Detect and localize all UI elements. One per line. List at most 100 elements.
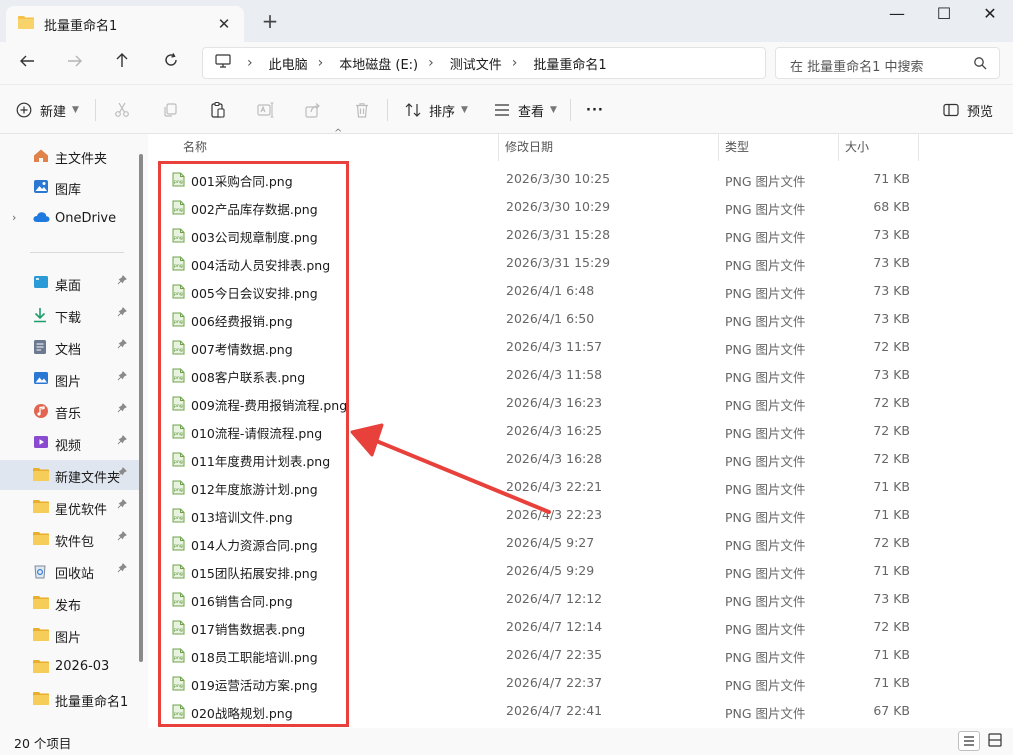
file-date: 2026/4/7 22:35 bbox=[506, 647, 603, 662]
chevron-down-icon: ▼ bbox=[550, 105, 557, 115]
column-divider[interactable] bbox=[498, 134, 499, 161]
tiles-view-button[interactable] bbox=[985, 731, 1007, 751]
pin-icon[interactable] bbox=[117, 563, 127, 576]
file-size: 71 KB bbox=[873, 479, 910, 494]
file-type: PNG 图片文件 bbox=[725, 678, 806, 693]
tab-current-folder[interactable]: 批量重命名1 ✕ bbox=[6, 6, 244, 42]
file-size: 73 KB bbox=[873, 255, 910, 270]
file-date: 2026/4/3 22:23 bbox=[506, 507, 603, 522]
file-type: PNG 图片文件 bbox=[725, 398, 806, 413]
view-button[interactable]: 查看 ▼ bbox=[494, 99, 557, 121]
file-size: 71 KB bbox=[873, 647, 910, 662]
new-button[interactable]: 新建 ▼ bbox=[16, 99, 79, 121]
search-placeholder: 在 批量重命名1 中搜索 bbox=[790, 60, 924, 75]
close-tab-button[interactable]: ✕ bbox=[214, 14, 234, 34]
title-bar: 批量重命名1 ✕ + — ☐ ✕ bbox=[0, 0, 1013, 42]
chevron-right-icon[interactable]: › bbox=[12, 211, 16, 224]
navigation-pane: 主文件夹 图库 › OneDrive 桌面 下载 文档 图片 音乐 视频 新建文件夹 星优软件… bbox=[0, 134, 148, 728]
sidebar-scrollbar[interactable] bbox=[139, 154, 143, 662]
navigation-bar: › 此电脑 › 本地磁盘 (E:) › 测试文件 › 批量重命名1 在 批量重命… bbox=[0, 42, 1013, 84]
details-view-button[interactable] bbox=[958, 731, 980, 751]
file-size: 72 KB bbox=[873, 619, 910, 634]
sidebar-item-7[interactable]: 新建文件夹 bbox=[0, 460, 140, 490]
folder-icon bbox=[33, 531, 49, 549]
sidebar-item-4[interactable]: 图片 bbox=[0, 364, 140, 394]
close-window-button[interactable]: ✕ bbox=[967, 0, 1013, 30]
paste-button[interactable] bbox=[210, 99, 226, 121]
sidebar-item-1[interactable]: 桌面 bbox=[0, 268, 140, 298]
file-type: PNG 图片文件 bbox=[725, 342, 806, 357]
tiles-view-icon bbox=[988, 733, 1002, 747]
pin-icon[interactable] bbox=[117, 275, 127, 288]
column-header-date[interactable]: 修改日期 bbox=[505, 134, 553, 161]
chevron-right-icon[interactable]: › bbox=[318, 55, 324, 71]
divider bbox=[95, 99, 96, 121]
column-header-name[interactable]: 名称 bbox=[183, 134, 207, 161]
sidebar-item-2[interactable]: 下载 bbox=[0, 300, 140, 330]
file-type: PNG 图片文件 bbox=[725, 370, 806, 385]
sidebar-item-14[interactable]: 批量重命名1 bbox=[0, 684, 140, 714]
file-size: 73 KB bbox=[873, 227, 910, 242]
chevron-right-icon[interactable]: › bbox=[512, 55, 518, 71]
sidebar-item-9[interactable]: 软件包 bbox=[0, 524, 140, 554]
column-header-size[interactable]: 大小 bbox=[845, 134, 869, 161]
pin-icon[interactable] bbox=[117, 339, 127, 352]
search-icon[interactable] bbox=[973, 56, 987, 74]
sidebar-item-home[interactable]: 主文件夹 bbox=[0, 141, 140, 171]
rename-button[interactable] bbox=[257, 99, 275, 121]
back-button[interactable] bbox=[12, 50, 42, 76]
file-date: 2026/4/3 11:57 bbox=[506, 339, 603, 354]
breadcrumb-current[interactable]: 批量重命名1 bbox=[533, 54, 606, 73]
sidebar-item-gallery[interactable]: 图库 bbox=[0, 172, 140, 202]
preview-label: 预览 bbox=[967, 104, 994, 120]
cut-button[interactable] bbox=[114, 99, 130, 121]
breadcrumb-local-disk[interactable]: 本地磁盘 (E:) bbox=[339, 54, 418, 73]
new-tab-button[interactable]: + bbox=[258, 10, 282, 34]
preview-pane-button[interactable]: 预览 bbox=[943, 99, 993, 121]
file-type: PNG 图片文件 bbox=[725, 202, 806, 217]
share-icon bbox=[305, 103, 320, 118]
pin-icon[interactable] bbox=[117, 435, 127, 448]
pin-icon[interactable] bbox=[117, 499, 127, 512]
sidebar-item-onedrive[interactable]: › OneDrive bbox=[0, 204, 140, 234]
column-divider[interactable] bbox=[918, 134, 919, 161]
file-date: 2026/4/1 6:50 bbox=[506, 311, 595, 326]
view-list-icon bbox=[495, 104, 509, 116]
delete-button[interactable] bbox=[354, 99, 370, 121]
sidebar-item-5[interactable]: 音乐 bbox=[0, 396, 140, 426]
file-type: PNG 图片文件 bbox=[725, 482, 806, 497]
maximize-button[interactable]: ☐ bbox=[921, 0, 967, 30]
refresh-button[interactable] bbox=[156, 50, 186, 76]
file-size: 71 KB bbox=[873, 507, 910, 522]
sort-button[interactable]: 排序 ▼ bbox=[405, 99, 468, 121]
details-view-icon bbox=[964, 736, 974, 746]
share-button[interactable] bbox=[305, 99, 321, 121]
pin-icon[interactable] bbox=[117, 467, 127, 480]
pin-icon[interactable] bbox=[117, 371, 127, 384]
pin-icon[interactable] bbox=[117, 531, 127, 544]
column-header-type[interactable]: 类型 bbox=[725, 134, 749, 161]
copy-button[interactable] bbox=[162, 99, 178, 121]
up-button[interactable] bbox=[107, 50, 137, 76]
forward-button[interactable] bbox=[60, 50, 90, 76]
chevron-right-icon[interactable]: › bbox=[428, 55, 434, 71]
sidebar-item-8[interactable]: 星优软件 bbox=[0, 492, 140, 522]
minimize-button[interactable]: — bbox=[874, 0, 920, 30]
breadcrumb-test-files[interactable]: 测试文件 bbox=[450, 54, 502, 73]
sidebar-item-11[interactable]: 发布 bbox=[0, 588, 140, 618]
sidebar-item-3[interactable]: 文档 bbox=[0, 332, 140, 362]
column-divider[interactable] bbox=[838, 134, 839, 161]
file-date: 2026/4/3 16:25 bbox=[506, 423, 603, 438]
sidebar-item-13[interactable]: 2026-03 bbox=[0, 652, 140, 682]
sidebar-item-6[interactable]: 视频 bbox=[0, 428, 140, 458]
pin-icon[interactable] bbox=[117, 403, 127, 416]
more-options-button[interactable]: ··· bbox=[586, 99, 604, 121]
sidebar-item-12[interactable]: 图片 bbox=[0, 620, 140, 650]
back-arrow-icon bbox=[20, 55, 34, 67]
breadcrumb-this-pc[interactable]: 此电脑 bbox=[269, 54, 308, 73]
sidebar-item-10[interactable]: 回收站 bbox=[0, 556, 140, 586]
search-box[interactable]: 在 批量重命名1 中搜索 bbox=[775, 47, 1000, 79]
column-divider[interactable] bbox=[718, 134, 719, 161]
pin-icon[interactable] bbox=[117, 307, 127, 320]
address-bar[interactable]: › 此电脑 › 本地磁盘 (E:) › 测试文件 › 批量重命名1 bbox=[202, 47, 766, 79]
